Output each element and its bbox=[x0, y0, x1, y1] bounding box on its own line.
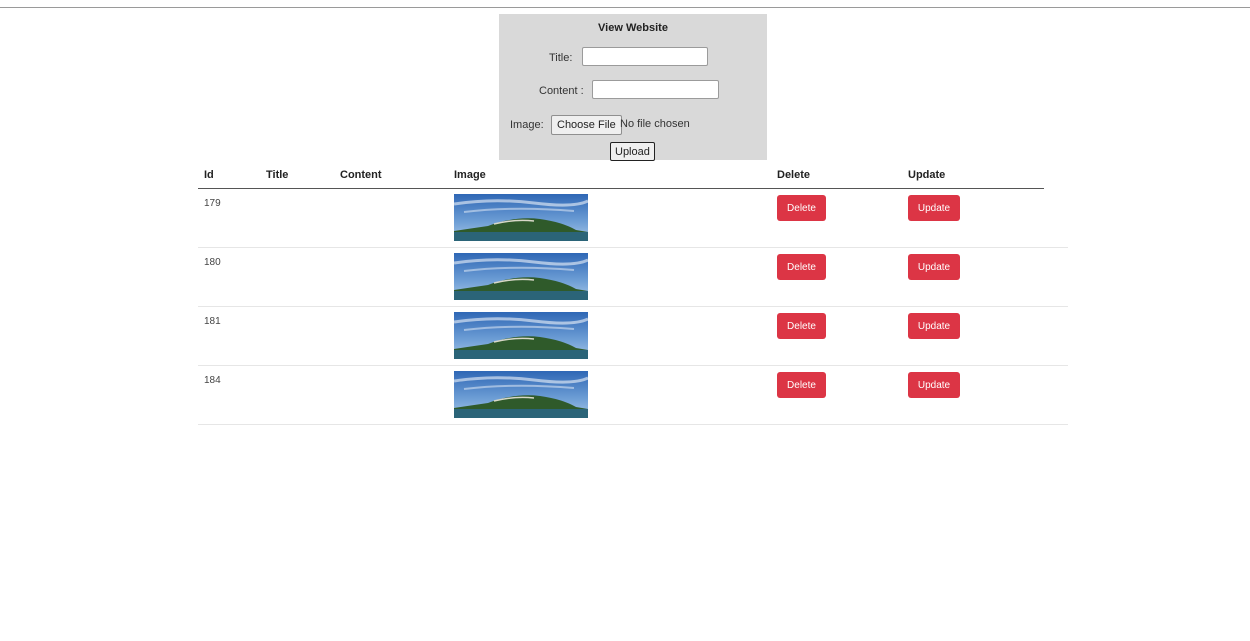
landscape-thumbnail-image bbox=[454, 371, 588, 418]
header-title: Title bbox=[266, 169, 289, 181]
table-row: 180 Delete Update bbox=[198, 248, 1068, 307]
delete-button[interactable]: Delete bbox=[777, 372, 826, 398]
title-label: Title: bbox=[549, 52, 573, 64]
table-row: 179 Delete Update bbox=[198, 189, 1068, 248]
content-label: Content : bbox=[539, 85, 584, 97]
row-id: 179 bbox=[204, 198, 221, 209]
update-button[interactable]: Update bbox=[908, 195, 960, 221]
posts-table: Id Title Content Image Delete Update 179 bbox=[198, 164, 1068, 425]
header-id: Id bbox=[204, 169, 214, 181]
update-button[interactable]: Update bbox=[908, 254, 960, 280]
delete-button[interactable]: Delete bbox=[777, 195, 826, 221]
table-row: 181 Delete Update bbox=[198, 307, 1068, 366]
row-id: 180 bbox=[204, 257, 221, 268]
page: View Website Title: Content : Image: Cho… bbox=[0, 0, 1250, 641]
header-update: Update bbox=[908, 169, 946, 181]
table-row: 184 Delete Update bbox=[198, 366, 1068, 425]
image-label: Image: bbox=[510, 119, 544, 131]
upload-form: View Website Title: Content : Image: Cho… bbox=[499, 14, 767, 161]
row-id: 181 bbox=[204, 316, 221, 327]
row-id: 184 bbox=[204, 375, 221, 386]
title-input[interactable] bbox=[582, 47, 708, 66]
header-content: Content bbox=[340, 169, 382, 181]
landscape-thumbnail-image bbox=[454, 253, 588, 300]
delete-button[interactable]: Delete bbox=[777, 254, 826, 280]
header-delete: Delete bbox=[777, 169, 811, 181]
table-header: Id Title Content Image Delete Update bbox=[198, 164, 1044, 189]
update-button[interactable]: Update bbox=[908, 313, 960, 339]
top-divider bbox=[0, 7, 1250, 8]
file-status: No file chosen bbox=[620, 118, 690, 130]
delete-button[interactable]: Delete bbox=[777, 313, 826, 339]
upload-button[interactable]: Upload bbox=[610, 142, 655, 161]
choose-file-button[interactable]: Choose File bbox=[551, 115, 622, 135]
content-input[interactable] bbox=[592, 80, 719, 99]
landscape-thumbnail-image bbox=[454, 194, 588, 241]
landscape-thumbnail-image bbox=[454, 312, 588, 359]
header-image: Image bbox=[454, 169, 486, 181]
update-button[interactable]: Update bbox=[908, 372, 960, 398]
form-title: View Website bbox=[598, 22, 668, 34]
